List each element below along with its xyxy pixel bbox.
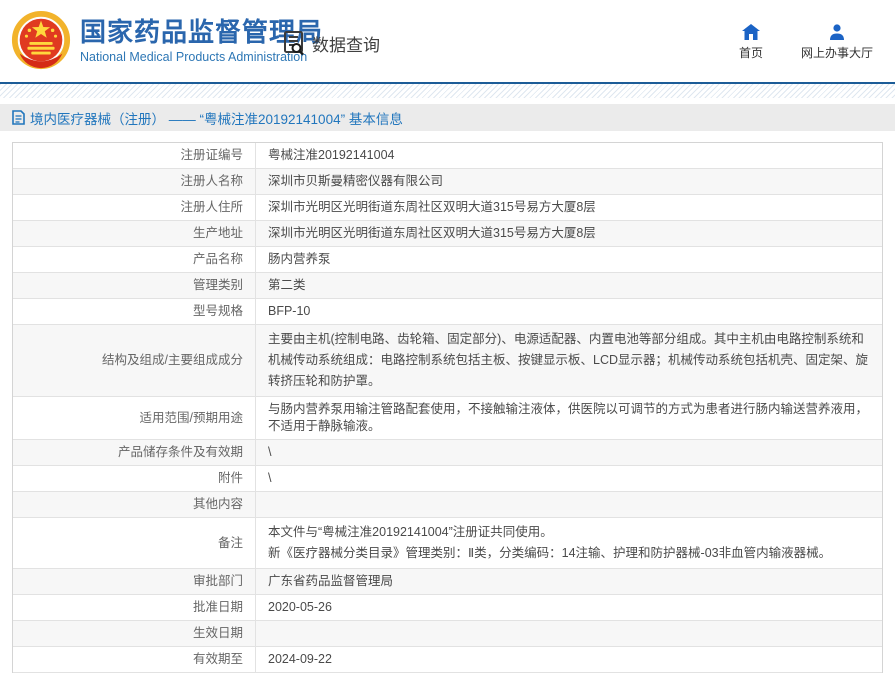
nav-home-label: 首页 bbox=[739, 44, 763, 61]
user-icon bbox=[828, 24, 846, 40]
row-label: 生产地址 bbox=[13, 221, 256, 246]
row-label: 备注 bbox=[13, 518, 256, 568]
row-label: 结构及组成/主要组成成分 bbox=[13, 325, 256, 396]
row-value: 深圳市贝斯曼精密仪器有限公司 bbox=[256, 169, 882, 194]
registration-info-table: 注册证编号粤械注准20192141004 注册人名称深圳市贝斯曼精密仪器有限公司… bbox=[12, 142, 883, 673]
table-row: 适用范围/预期用途与肠内营养泵用输注管路配套使用，不接触输注液体，供医院以可调节… bbox=[13, 397, 882, 440]
document-search-icon bbox=[281, 30, 307, 56]
row-label: 有效期至 bbox=[13, 647, 256, 672]
table-row: 备注本文件与“粤械注准20192141004”注册证共同使用。 新《医疗器械分类… bbox=[13, 518, 882, 569]
table-row: 附件\ bbox=[13, 466, 882, 492]
table-row: 注册人住所深圳市光明区光明街道东周社区双明大道315号易方大厦8层 bbox=[13, 195, 882, 221]
row-label: 注册人住所 bbox=[13, 195, 256, 220]
row-label: 产品名称 bbox=[13, 247, 256, 272]
row-label: 生效日期 bbox=[13, 621, 256, 646]
row-label: 其他内容 bbox=[13, 492, 256, 517]
row-value: 广东省药品监督管理局 bbox=[256, 569, 882, 594]
row-value: 肠内营养泵 bbox=[256, 247, 882, 272]
page-doc-icon bbox=[12, 110, 25, 125]
table-row: 注册证编号粤械注准20192141004 bbox=[13, 143, 882, 169]
data-query-tab[interactable]: 数据查询 bbox=[281, 30, 380, 56]
row-label: 审批部门 bbox=[13, 569, 256, 594]
row-value: 本文件与“粤械注准20192141004”注册证共同使用。 新《医疗器械分类目录… bbox=[256, 518, 882, 568]
row-value: 深圳市光明区光明街道东周社区双明大道315号易方大厦8层 bbox=[256, 195, 882, 220]
table-row: 注册人名称深圳市贝斯曼精密仪器有限公司 bbox=[13, 169, 882, 195]
row-label: 管理类别 bbox=[13, 273, 256, 298]
table-row: 有效期至2024-09-22 bbox=[13, 647, 882, 673]
row-label: 批准日期 bbox=[13, 595, 256, 620]
gap bbox=[0, 131, 895, 142]
table-row: 批准日期2020-05-26 bbox=[13, 595, 882, 621]
row-value: 深圳市光明区光明街道东周社区双明大道315号易方大厦8层 bbox=[256, 221, 882, 246]
row-value bbox=[256, 492, 882, 517]
row-value: 粤械注准20192141004 bbox=[256, 143, 882, 168]
national-emblem-icon bbox=[10, 9, 72, 71]
row-value: 与肠内营养泵用输注管路配套使用，不接触输注液体，供医院以可调节的方式为患者进行肠… bbox=[256, 397, 882, 439]
row-label: 附件 bbox=[13, 466, 256, 491]
row-value: 2020-05-26 bbox=[256, 595, 882, 620]
table-row: 型号规格BFP-10 bbox=[13, 299, 882, 325]
table-row: 产品储存条件及有效期\ bbox=[13, 440, 882, 466]
row-value: \ bbox=[256, 466, 882, 491]
row-label: 产品储存条件及有效期 bbox=[13, 440, 256, 465]
table-row: 管理类别第二类 bbox=[13, 273, 882, 299]
table-row: 生产地址深圳市光明区光明街道东周社区双明大道315号易方大厦8层 bbox=[13, 221, 882, 247]
page-header: 国家药品监督管理局 National Medical Products Admi… bbox=[0, 0, 895, 82]
home-icon bbox=[742, 24, 760, 40]
site-logo[interactable]: 国家药品监督管理局 National Medical Products Admi… bbox=[10, 9, 323, 71]
table-row: 其他内容 bbox=[13, 492, 882, 518]
page-title: 境内医疗器械（注册） —— “粤械注准20192141004” 基本信息 bbox=[30, 108, 403, 128]
top-navigation: 首页 网上办事大厅 bbox=[739, 24, 873, 61]
table-row: 结构及组成/主要组成成分主要由主机(控制电路、齿轮箱、固定部分)、电源适配器、内… bbox=[13, 325, 882, 397]
nav-service-hall-label: 网上办事大厅 bbox=[801, 44, 873, 61]
row-label: 注册证编号 bbox=[13, 143, 256, 168]
row-value: 主要由主机(控制电路、齿轮箱、固定部分)、电源适配器、内置电池等部分组成。其中主… bbox=[256, 325, 882, 396]
row-value: \ bbox=[256, 440, 882, 465]
row-value: 第二类 bbox=[256, 273, 882, 298]
table-row: 产品名称肠内营养泵 bbox=[13, 247, 882, 273]
data-query-label: 数据查询 bbox=[312, 31, 380, 56]
row-value: 2024-09-22 bbox=[256, 647, 882, 672]
row-value: BFP-10 bbox=[256, 299, 882, 324]
table-row: 审批部门广东省药品监督管理局 bbox=[13, 569, 882, 595]
nav-home[interactable]: 首页 bbox=[739, 24, 763, 61]
row-value bbox=[256, 621, 882, 646]
nav-service-hall[interactable]: 网上办事大厅 bbox=[801, 24, 873, 61]
stripe-band bbox=[0, 84, 895, 98]
breadcrumb: 境内医疗器械（注册） —— “粤械注准20192141004” 基本信息 bbox=[0, 104, 895, 131]
table-row: 生效日期 bbox=[13, 621, 882, 647]
row-label: 适用范围/预期用途 bbox=[13, 397, 256, 439]
row-label: 注册人名称 bbox=[13, 169, 256, 194]
row-label: 型号规格 bbox=[13, 299, 256, 324]
